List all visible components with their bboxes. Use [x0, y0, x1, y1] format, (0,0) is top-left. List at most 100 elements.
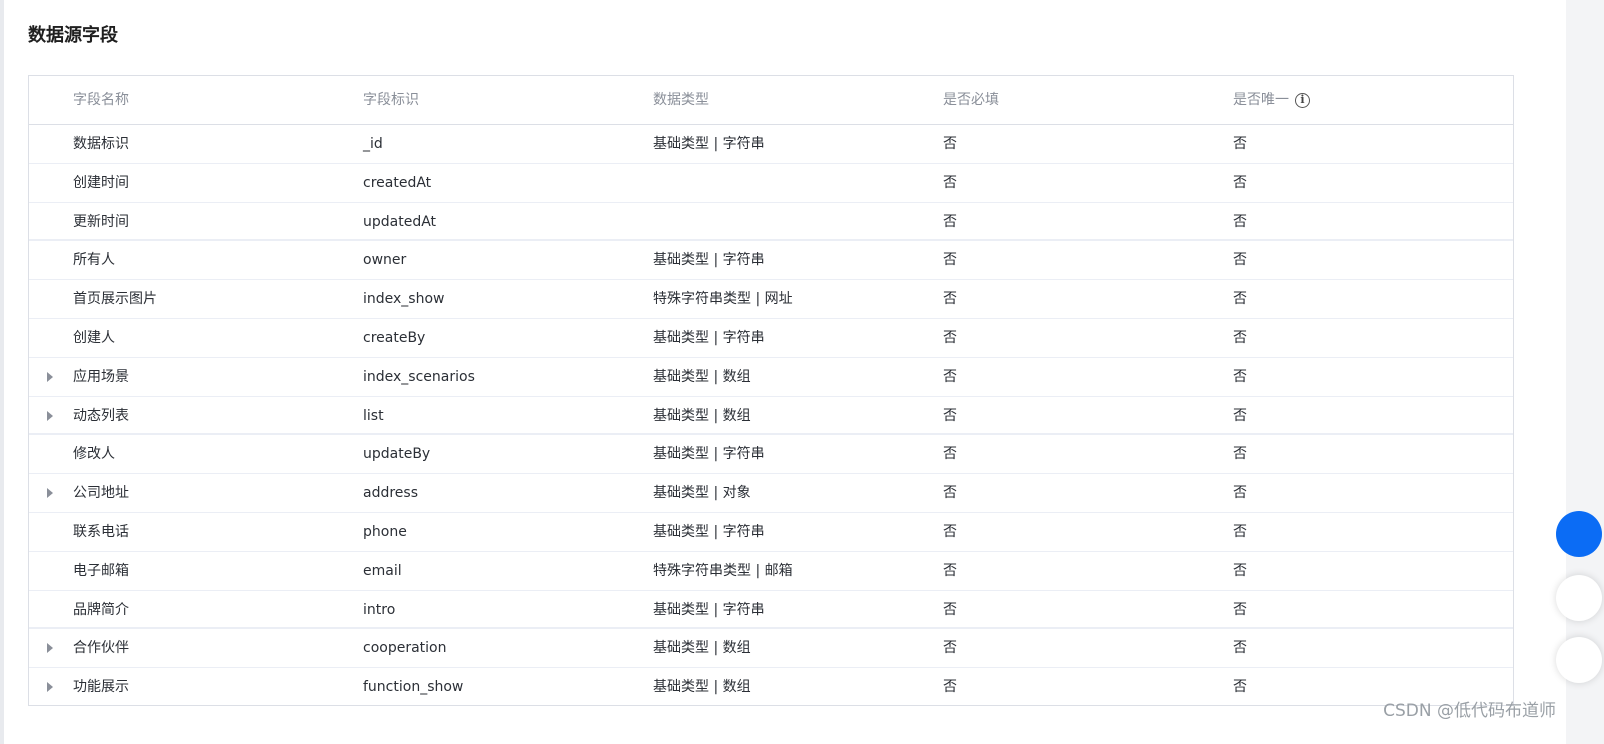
caret-right-icon[interactable]: [47, 371, 53, 382]
cell-required: 否: [943, 252, 957, 269]
cell-field-key: cooperation: [363, 640, 447, 657]
cell-unique: 否: [1233, 679, 1247, 696]
table-row: 创建人 createBy 基础类型 | 字符串 否 否: [29, 319, 1513, 358]
cell-unique: 否: [1233, 174, 1247, 191]
cell-unique: 否: [1233, 562, 1247, 579]
cell-data-type: 基础类型 | 对象: [653, 485, 751, 502]
caret-right-icon[interactable]: [47, 643, 53, 654]
cell-field-name: 电子邮箱: [73, 562, 129, 579]
floating-secondary-button[interactable]: [1556, 575, 1602, 621]
cell-unique: 否: [1233, 291, 1247, 308]
cell-unique: 否: [1233, 213, 1247, 230]
cell-field-key: index_show: [363, 291, 445, 308]
cell-data-type: 基础类型 | 字符串: [653, 252, 765, 269]
cell-data-type: 基础类型 | 字符串: [653, 446, 765, 463]
cell-unique: 否: [1233, 329, 1247, 346]
table-row: 合作伙伴 cooperation 基础类型 | 数组 否 否: [29, 629, 1513, 669]
cell-required: 否: [943, 368, 957, 385]
table-row: 电子邮箱 email 特殊字符串类型 | 邮箱 否 否: [29, 552, 1513, 591]
cell-unique: 否: [1233, 407, 1247, 424]
cell-field-key: updatedAt: [363, 213, 437, 230]
cell-data-type: 基础类型 | 数组: [653, 679, 751, 696]
cell-field-key: owner: [363, 252, 407, 269]
table-body: 数据标识 _id 基础类型 | 字符串否否创建时间 createdAt 否否更新时间 up…: [29, 125, 1513, 705]
table-row: 所有人 owner 基础类型 | 字符串 否 否: [29, 241, 1513, 281]
cell-data-type: 基础类型 | 数组: [653, 368, 751, 385]
floating-tertiary-button[interactable]: [1556, 637, 1602, 683]
table-row: 动态列表 list 基础类型 | 数组 否 否: [29, 397, 1513, 436]
cell-field-key: email: [363, 562, 402, 579]
cell-unique: 否: [1233, 368, 1247, 385]
cell-field-name: 所有人: [73, 252, 115, 269]
cell-field-name: 公司地址: [73, 485, 129, 502]
cell-field-key: index_scenarios: [363, 368, 475, 385]
cell-field-key: function_show: [363, 679, 464, 696]
cell-unique: 否: [1233, 601, 1247, 618]
table-row: 公司地址 address 基础类型 | 对象 否 否: [29, 474, 1513, 513]
table-row: 更新时间 updatedAt 否 否: [29, 203, 1513, 242]
page-content: 数据源字段 字段名称 字段标识 数据类型 是否必填 是否唯一 i 数据标识 _id 基…: [4, 0, 1566, 744]
table-row: 数据标识 _id 基础类型 | 字符串 否 否: [29, 125, 1513, 164]
table-row: 应用场景 index_scenarios 基础类型 | 数组 否 否: [29, 358, 1513, 397]
header-unique-label: 是否唯一: [1233, 92, 1289, 108]
cell-field-name: 数据标识: [73, 136, 129, 152]
header-field-key: 字段标识: [363, 92, 419, 108]
cell-required: 否: [943, 485, 957, 502]
cell-data-type: 基础类型 | 字符串: [653, 523, 765, 540]
header-unique: 是否唯一 i: [1233, 76, 1310, 124]
watermark: CSDN @低代码布道师: [1383, 701, 1556, 721]
table-row: 联系电话 phone 基础类型 | 字符串 否 否: [29, 513, 1513, 552]
table-row: 创建时间 createdAt 否 否: [29, 164, 1513, 203]
cell-required: 否: [943, 446, 957, 463]
cell-field-name: 合作伙伴: [73, 640, 129, 657]
cell-field-key: list: [363, 407, 384, 424]
cell-field-key: phone: [363, 523, 407, 540]
cell-field-name: 创建人: [73, 329, 115, 346]
cell-required: 否: [943, 213, 957, 230]
cell-field-name: 创建时间: [73, 174, 129, 191]
cell-field-name: 更新时间: [73, 213, 129, 230]
cell-required: 否: [943, 601, 957, 618]
table-row: 品牌简介 intro 基础类型 | 字符串 否 否: [29, 591, 1513, 630]
cell-field-name: 修改人: [73, 446, 115, 463]
cell-required: 否: [943, 329, 957, 346]
cell-required: 否: [943, 679, 957, 696]
cell-field-name: 应用场景: [73, 368, 129, 385]
cell-field-key: createdAt: [363, 174, 432, 191]
floating-primary-button[interactable]: [1556, 511, 1602, 557]
cell-field-key: address: [363, 485, 419, 502]
cell-field-name: 品牌简介: [73, 601, 129, 618]
cell-field-name: 联系电话: [73, 523, 129, 540]
header-field-name: 字段名称: [73, 92, 129, 108]
table-row: 功能展示 function_show 基础类型 | 数组 否 否: [29, 668, 1513, 705]
cell-required: 否: [943, 640, 957, 657]
table-row: 首页展示图片 index_show 特殊字符串类型 | 网址 否 否: [29, 280, 1513, 319]
cell-data-type: 特殊字符串类型 | 网址: [653, 291, 793, 308]
cell-unique: 否: [1233, 446, 1247, 463]
cell-unique: 否: [1233, 136, 1247, 152]
info-circle-icon[interactable]: i: [1295, 92, 1310, 108]
cell-data-type: 基础类型 | 字符串: [653, 601, 765, 618]
table-row: 修改人 updateBy 基础类型 | 字符串 否 否: [29, 435, 1513, 475]
fields-table: 字段名称 字段标识 数据类型 是否必填 是否唯一 i 数据标识 _id 基础类型 | …: [28, 75, 1514, 706]
cell-field-key: _id: [363, 136, 383, 152]
header-required: 是否必填: [943, 92, 999, 108]
section-title: 数据源字段: [28, 25, 118, 46]
header-data-type: 数据类型: [653, 92, 709, 108]
cell-required: 否: [943, 174, 957, 191]
cell-required: 否: [943, 291, 957, 308]
cell-unique: 否: [1233, 640, 1247, 657]
cell-data-type: 基础类型 | 字符串: [653, 329, 765, 346]
caret-right-icon[interactable]: [47, 488, 53, 499]
table-header: 字段名称 字段标识 数据类型 是否必填 是否唯一 i: [29, 76, 1513, 125]
cell-field-key: intro: [363, 601, 396, 618]
cell-data-type: 特殊字符串类型 | 邮箱: [653, 562, 793, 579]
cell-unique: 否: [1233, 252, 1247, 269]
cell-unique: 否: [1233, 523, 1247, 540]
caret-right-icon[interactable]: [47, 410, 53, 421]
cell-data-type: 基础类型 | 数组: [653, 640, 751, 657]
cell-field-key: updateBy: [363, 446, 431, 463]
caret-right-icon[interactable]: [47, 682, 53, 693]
cell-field-name: 功能展示: [73, 679, 129, 696]
cell-field-name: 动态列表: [73, 407, 129, 424]
